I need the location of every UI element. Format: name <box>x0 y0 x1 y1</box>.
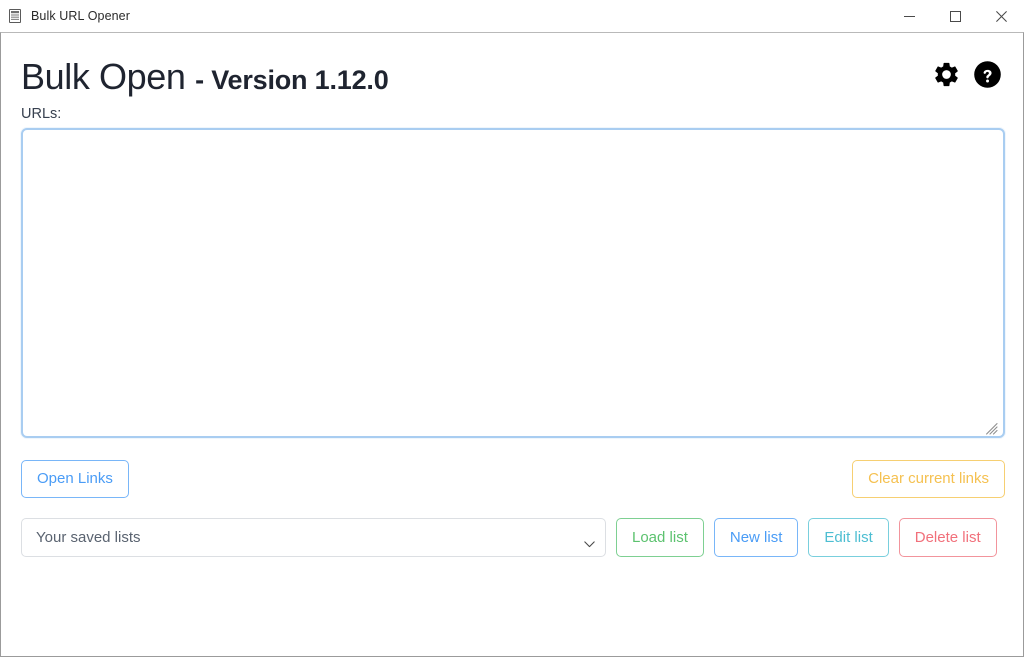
urls-label: URLs: <box>21 106 62 122</box>
question-circle-icon[interactable] <box>973 60 1002 94</box>
client-area: Bulk Open - Version 1.12.0 URLs: Open Li… <box>0 32 1024 657</box>
delete-list-button[interactable]: Delete list <box>898 518 997 557</box>
page-content: Bulk Open - Version 1.12.0 URLs: Open Li… <box>21 55 1005 557</box>
saved-lists-row: Your saved lists Load list New list Edit… <box>21 518 1005 557</box>
minimize-button[interactable] <box>886 0 932 32</box>
urls-textarea-wrapper <box>21 128 1005 438</box>
header-icon-group <box>932 55 1003 94</box>
clear-current-links-button[interactable]: Clear current links <box>852 460 1005 498</box>
close-icon <box>995 10 1007 22</box>
load-list-button[interactable]: Load list <box>616 518 704 557</box>
title-bar-left: Bulk URL Opener <box>0 8 130 24</box>
document-list-icon <box>7 8 23 24</box>
new-list-button[interactable]: New list <box>713 518 799 557</box>
app-window: Bulk URL Opener Bulk Open - Version 1.12… <box>0 0 1024 657</box>
urls-input[interactable] <box>21 128 1005 438</box>
app-version: - Version 1.12.0 <box>195 65 389 95</box>
saved-lists-select[interactable]: Your saved lists <box>21 518 606 557</box>
saved-lists-select-wrapper: Your saved lists <box>21 518 606 557</box>
title-bar: Bulk URL Opener <box>0 0 1024 32</box>
page-title: Bulk Open - Version 1.12.0 <box>21 55 389 102</box>
minimize-icon <box>903 15 915 17</box>
window-title: Bulk URL Opener <box>31 9 130 23</box>
gear-icon[interactable] <box>932 60 961 94</box>
app-name: Bulk Open <box>21 56 186 97</box>
maximize-button[interactable] <box>932 0 978 32</box>
close-button[interactable] <box>978 0 1024 32</box>
window-controls <box>886 0 1024 32</box>
page-header: Bulk Open - Version 1.12.0 <box>21 55 1003 102</box>
edit-list-button[interactable]: Edit list <box>808 518 889 557</box>
action-button-row: Open Links Clear current links <box>21 460 1005 498</box>
open-links-button[interactable]: Open Links <box>21 460 129 498</box>
maximize-icon <box>949 10 961 22</box>
